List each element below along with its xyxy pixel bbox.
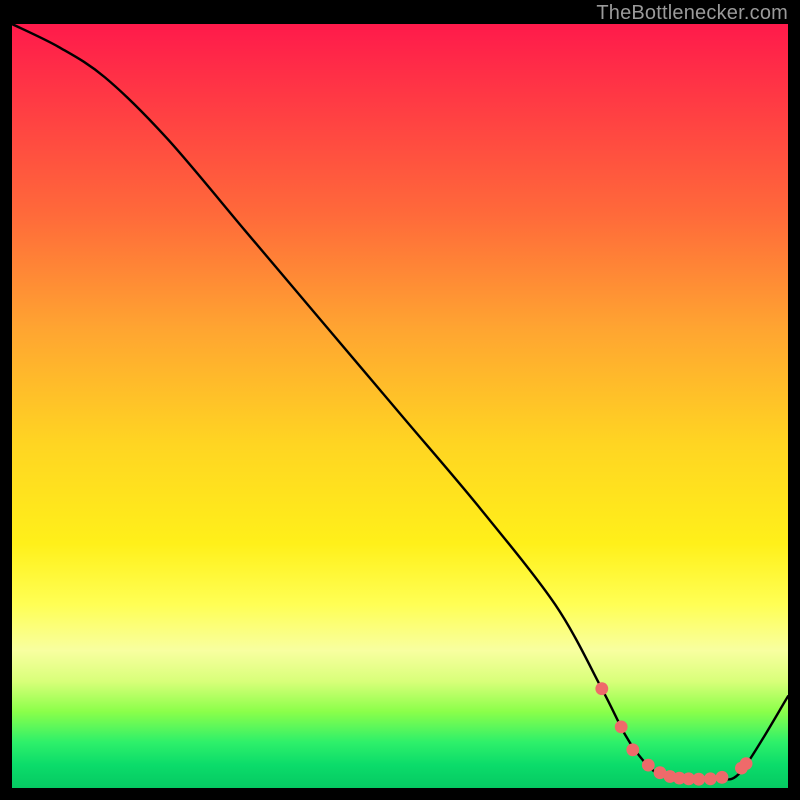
- marker-point: [740, 757, 753, 770]
- plot-area: [12, 24, 788, 788]
- marker-point: [615, 721, 628, 734]
- marker-group: [595, 682, 752, 785]
- marker-point: [626, 743, 639, 756]
- marker-point: [642, 759, 655, 772]
- marker-point: [704, 772, 717, 785]
- curve-svg: [12, 24, 788, 788]
- chart-stage: TheBottlenecker.com: [0, 0, 800, 800]
- bottleneck-curve: [12, 24, 788, 780]
- marker-point: [595, 682, 608, 695]
- marker-point: [716, 771, 729, 784]
- attribution-text: TheBottlenecker.com: [596, 2, 788, 25]
- marker-point: [692, 773, 705, 786]
